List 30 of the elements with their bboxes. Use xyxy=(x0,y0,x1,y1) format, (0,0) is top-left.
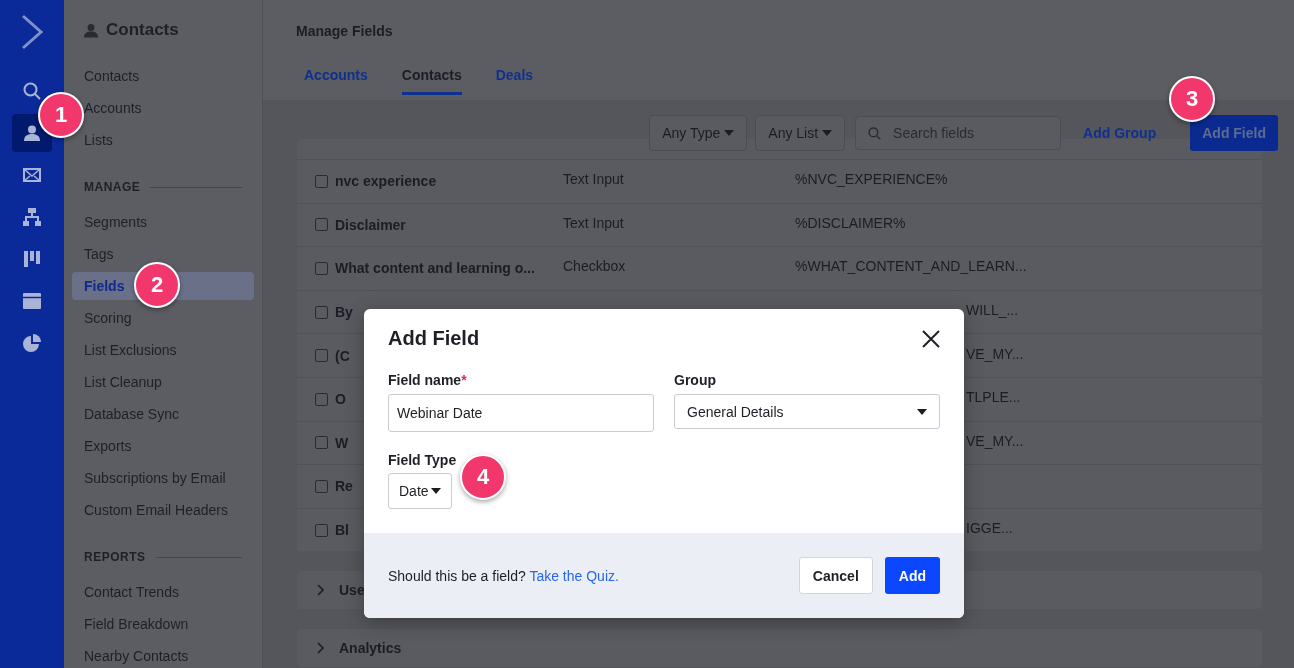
page-title: Manage Fields xyxy=(296,23,394,39)
field-tag: VE_MY... xyxy=(795,345,1262,362)
field-name: By xyxy=(335,304,353,321)
quiz-prompt: Should this be a field? Take the Quiz. xyxy=(388,567,619,584)
sidebar-title: Contacts xyxy=(106,20,179,40)
field-name: (C xyxy=(335,347,350,364)
field-name: Re xyxy=(335,478,353,495)
field-name: Disclaimer xyxy=(335,216,406,233)
field-tag: %WHAT_CONTENT_AND_LEARN... xyxy=(795,258,1262,275)
group-title: Analytics xyxy=(339,640,402,657)
field-name: nvc experience xyxy=(335,173,437,190)
field-name: O xyxy=(335,391,346,408)
field-label: Field Type xyxy=(388,452,458,468)
field-type: Text Input xyxy=(563,214,625,231)
field-tag: WILL_... xyxy=(795,302,1262,319)
section-heading: REPORTS xyxy=(84,550,146,564)
field-tag: IGGE... xyxy=(795,520,1262,537)
dialog-title: Add Field xyxy=(388,327,480,350)
group-title: Use xyxy=(339,582,365,599)
field-name: W xyxy=(335,434,349,451)
field-type: Checkbox xyxy=(563,258,627,275)
field-tag: %NVC_EXPERIENCE% xyxy=(795,171,1262,188)
field-name: What content and learning o... xyxy=(335,260,535,277)
field-tag: VE_MY... xyxy=(795,432,1262,449)
field-tag: %DISCLAIMER% xyxy=(795,214,1262,231)
section-heading: MANAGE xyxy=(84,180,141,194)
field-type: Text Input xyxy=(563,171,625,188)
field-label: Group xyxy=(674,372,717,388)
field-name: Bl xyxy=(335,522,349,539)
field-label: Field name* xyxy=(388,372,468,388)
